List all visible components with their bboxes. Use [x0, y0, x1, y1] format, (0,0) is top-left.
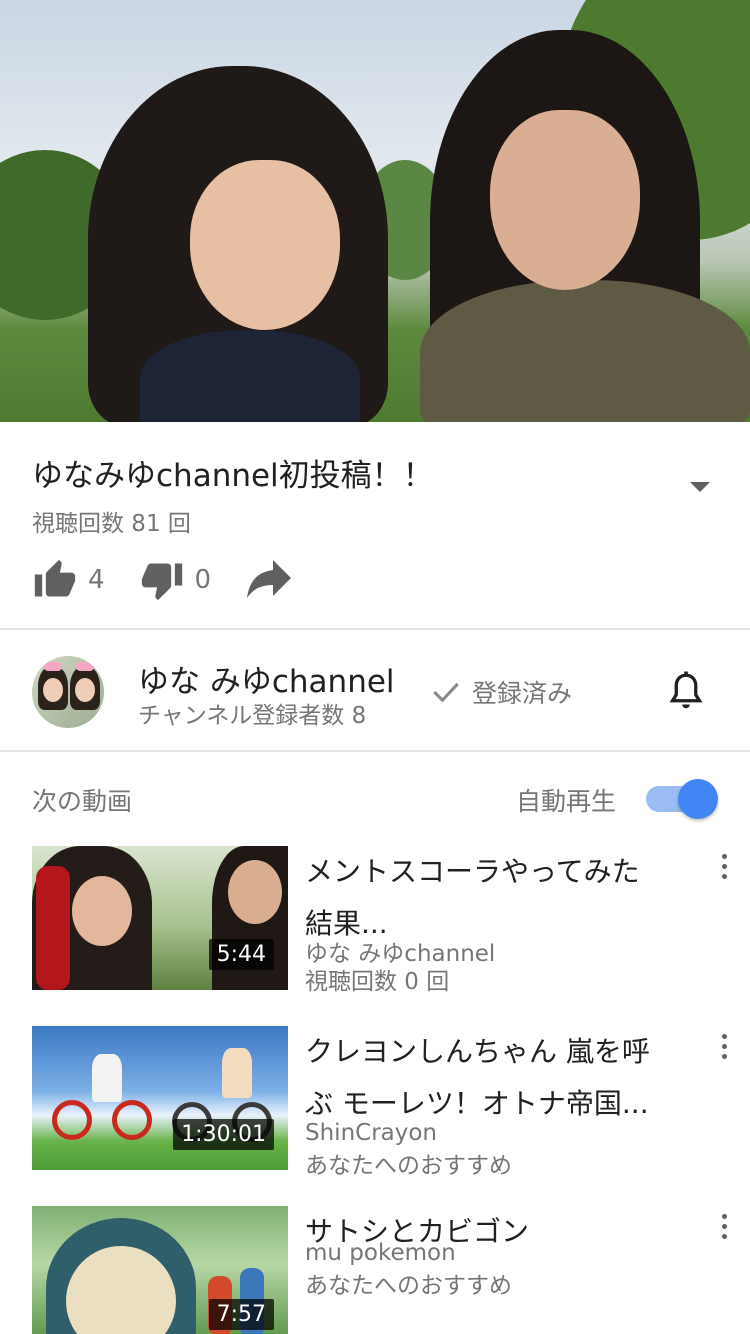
channel-row: ゆな みゆchannel チャンネル登録者数 8 登録済み [0, 632, 750, 752]
view-count: 視聴回数 81 回 [32, 511, 191, 537]
like-count: 4 [88, 565, 105, 595]
video-item-title: クレヨンしんちゃん 嵐を呼 ぶ モーレツ！オトナ帝国... [305, 1026, 683, 1130]
video-person-left-clothes [140, 330, 360, 422]
subscribed-label: 登録済み [472, 679, 573, 708]
thumb-down-icon [141, 563, 182, 601]
subscriber-count: チャンネル登録者数 8 [138, 703, 367, 729]
list-item[interactable]: 5:44 メントスコーラやってみた 結果... ゆな みゆchannel 視聴回… [0, 846, 750, 996]
video-item-title-line: メントスコーラやってみた [305, 855, 640, 888]
bell-icon [669, 671, 703, 709]
notifications-button[interactable] [668, 670, 704, 716]
video-person-right-face [490, 110, 640, 290]
duration-badge: 5:44 [208, 939, 274, 970]
avatar-face-left [43, 678, 63, 702]
thumbnail-rider-2 [222, 1048, 252, 1098]
thumbnail-face-left [72, 876, 132, 946]
thumb-up-icon [34, 559, 76, 597]
video-meta: ゆなみゆchannel初投稿！！ 視聴回数 81 回 4 0 [0, 422, 750, 630]
share-arrow-icon [247, 560, 292, 598]
avatar-bow-left [44, 662, 62, 671]
video-item-meta: あなたへのおすすめ [305, 1273, 512, 1299]
more-vert-icon[interactable] [714, 854, 734, 882]
subscribed-button[interactable]: 登録済み [432, 674, 572, 710]
video-thumbnail[interactable]: 1:30:01 [32, 1026, 288, 1170]
up-next-label: 次の動画 [32, 787, 133, 816]
thumbnail-rider-1 [92, 1054, 122, 1102]
check-icon [433, 682, 459, 703]
list-item[interactable]: 1:30:01 クレヨンしんちゃん 嵐を呼 ぶ モーレツ！オトナ帝国... Sh… [0, 1026, 750, 1179]
video-person-right-clothes [420, 280, 750, 422]
video-thumbnail[interactable]: 5:44 [32, 846, 288, 990]
video-person-left-face [190, 160, 340, 330]
thumbnail-bike-wheel-2 [112, 1100, 152, 1140]
autoplay-toggle-knob [678, 779, 718, 819]
thumbnail-face-right [228, 860, 282, 924]
video-item-meta: あなたへのおすすめ [305, 1153, 512, 1179]
video-item-meta: 視聴回数 0 回 [305, 969, 450, 995]
duration-badge: 7:57 [208, 1299, 274, 1330]
avatar-bow-right [76, 662, 94, 671]
action-bar: 4 0 [32, 558, 293, 602]
caret-down-icon[interactable] [690, 482, 710, 492]
video-title: ゆなみゆchannel初投稿！！ [32, 458, 434, 494]
video-player[interactable] [0, 0, 750, 422]
list-item[interactable]: 7:57 サトシとカビゴン mu pokemon あなたへのおすすめ [0, 1206, 750, 1334]
dislike-button[interactable]: 0 [139, 558, 212, 602]
dislike-count: 0 [194, 565, 212, 595]
video-item-channel: ShinCrayon [305, 1120, 438, 1146]
more-vert-icon[interactable] [714, 1034, 734, 1062]
video-thumbnail[interactable]: 7:57 [32, 1206, 288, 1334]
duration-badge: 1:30:01 [173, 1119, 274, 1150]
thumbnail-cola-bottle [36, 866, 70, 990]
channel-avatar[interactable] [32, 656, 104, 728]
video-item-channel: mu pokemon [305, 1240, 456, 1266]
autoplay-label: 自動再生 [516, 787, 617, 816]
more-vert-icon[interactable] [714, 1214, 734, 1242]
video-item-title-line: クレヨンしんちゃん 嵐を呼 [305, 1035, 650, 1068]
channel-name[interactable]: ゆな みゆchannel [138, 656, 395, 701]
thumbnail-bike-wheel-1 [52, 1100, 92, 1140]
avatar-face-right [75, 678, 95, 702]
autoplay-toggle[interactable] [646, 778, 718, 820]
up-next-header: 次の動画 自動再生 [0, 770, 750, 826]
like-button[interactable]: 4 [32, 558, 105, 602]
share-button[interactable] [245, 560, 293, 600]
